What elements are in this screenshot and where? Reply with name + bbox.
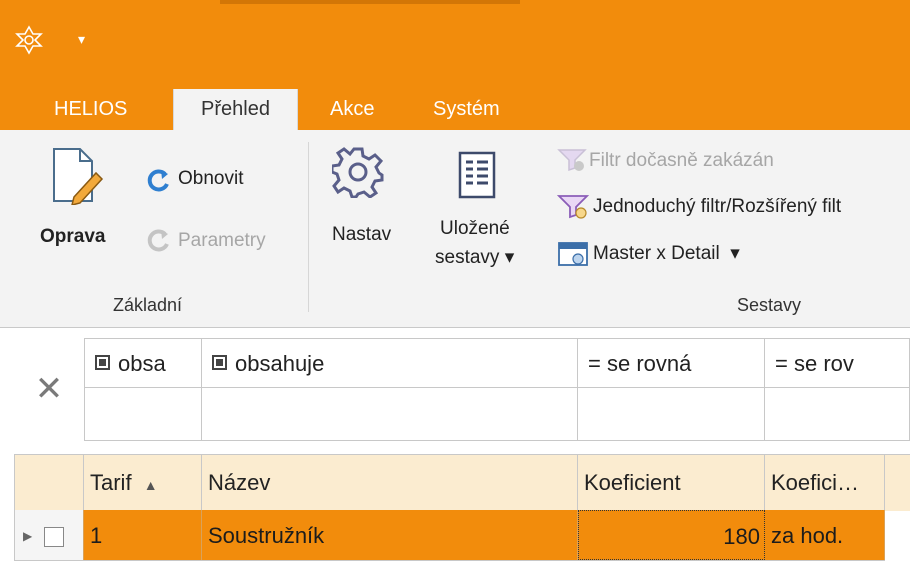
- group-label-sestavy: Sestavy: [737, 295, 802, 315]
- ulozene-sestavy-dropdown[interactable]: sestavy ▾: [435, 246, 514, 269]
- cell-nazev[interactable]: Soustružník: [202, 510, 578, 560]
- obnovit-button[interactable]: Obnovit: [178, 168, 243, 190]
- row-checkbox[interactable]: [44, 527, 65, 548]
- filtr-docasne-zakazan[interactable]: Filtr dočasně zakázán: [589, 150, 774, 172]
- column-header-koeficient[interactable]: Koeficient: [578, 454, 765, 510]
- ribbon-tabs: HELIOS Přehled Akce Systém: [0, 85, 910, 130]
- filter-input-col3[interactable]: [578, 388, 765, 441]
- tab-prehled[interactable]: Přehled: [173, 89, 298, 130]
- tab-system[interactable]: Systém: [433, 85, 500, 130]
- filter-mode-col2[interactable]: obsahuje: [202, 338, 578, 388]
- title-strip: [220, 0, 520, 4]
- tab-akce[interactable]: Akce: [330, 85, 374, 130]
- gear-icon[interactable]: [332, 146, 384, 198]
- column-header-tarif[interactable]: Tarif ▲: [84, 454, 202, 510]
- group-separator: [308, 142, 309, 312]
- saved-reports-icon[interactable]: [457, 150, 497, 200]
- group-label-zakladni: Základní: [113, 295, 183, 315]
- filter-mode-col3[interactable]: = se rovná: [578, 338, 765, 388]
- helios-logo-icon[interactable]: [14, 25, 44, 55]
- edit-document-icon[interactable]: [48, 145, 104, 205]
- nastav-button[interactable]: Nastav: [332, 224, 391, 246]
- row-selector[interactable]: ▶: [14, 510, 84, 560]
- oprava-button[interactable]: Oprava: [40, 226, 105, 248]
- cell-koeficient-unit[interactable]: za hod.: [765, 510, 885, 560]
- cell-tarif[interactable]: 1: [84, 510, 202, 560]
- sort-ascending-icon: ▲: [143, 477, 158, 493]
- parameters-refresh-icon: [147, 229, 169, 252]
- ribbon-panel: Oprava Obnovit Parametry Základní Nastav…: [0, 130, 910, 328]
- contains-icon: [95, 355, 110, 370]
- contains-icon: [212, 355, 227, 370]
- cell-koeficient[interactable]: 180: [578, 510, 765, 560]
- ulozene-sestavy-label[interactable]: Uložené: [440, 218, 510, 240]
- column-header-nazev[interactable]: Název: [202, 454, 578, 510]
- filter-input-col2[interactable]: [202, 388, 578, 441]
- filter-input-col4[interactable]: [765, 388, 910, 441]
- filter-mode-col1[interactable]: obsa: [84, 338, 202, 388]
- filter-input-col1[interactable]: [84, 388, 202, 441]
- tab-helios[interactable]: HELIOS: [54, 85, 127, 130]
- clear-filter-icon[interactable]: ✕: [14, 338, 84, 441]
- simple-filter-icon: [557, 195, 590, 219]
- parametry-button[interactable]: Parametry: [178, 230, 266, 252]
- refresh-icon: [147, 169, 169, 192]
- row-indicator-header: [14, 454, 84, 510]
- row-expand-icon[interactable]: ▶: [23, 529, 32, 543]
- master-detail-icon: [558, 242, 588, 266]
- quick-access-dropdown-icon[interactable]: ▾: [78, 31, 85, 48]
- filter-mode-col4[interactable]: = se rov: [765, 338, 910, 388]
- jednoduchy-filtr-button[interactable]: Jednoduchý filtr/Rozšířený filt: [593, 196, 841, 218]
- filter-disabled-icon: [557, 149, 587, 172]
- master-detail-dropdown[interactable]: Master x Detail ▾: [593, 242, 740, 265]
- column-header-koeficient-unit[interactable]: Koefici…: [765, 454, 885, 510]
- title-bar: [0, 0, 910, 85]
